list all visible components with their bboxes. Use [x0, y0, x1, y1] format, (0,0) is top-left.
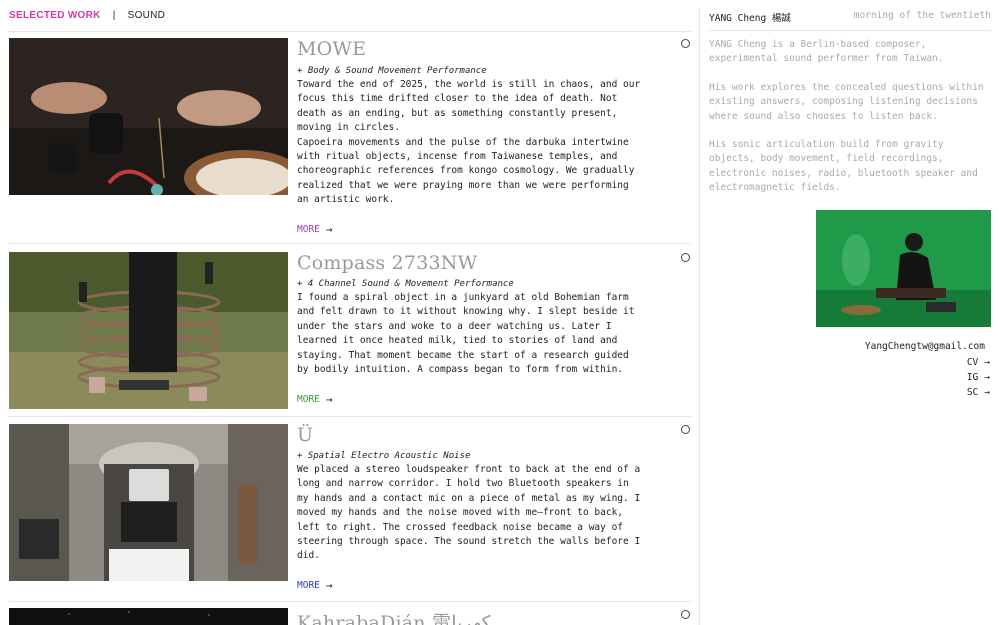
portrait-image	[816, 210, 991, 327]
nav-sound[interactable]: SOUND	[128, 10, 166, 21]
work-item-u: Ü + Spatial Electro Acoustic Noise We pl…	[9, 424, 691, 602]
arrow-right-icon: →	[325, 579, 333, 592]
nav-separator: |	[112, 10, 116, 21]
radio-circle-icon[interactable]	[681, 253, 690, 262]
column-divider	[699, 8, 700, 625]
radio-circle-icon[interactable]	[681, 39, 690, 48]
arrow-right-icon: →	[984, 387, 990, 398]
bio-paragraph: YANG Cheng is a Berlin-based composer, e…	[709, 39, 944, 65]
sc-link[interactable]: SC →	[967, 386, 990, 400]
more-link[interactable]: MORE →	[297, 223, 333, 236]
arrow-right-icon: →	[984, 372, 990, 383]
work-divider	[9, 243, 691, 244]
link-label: SC	[966, 387, 979, 398]
more-link[interactable]: MORE →	[297, 579, 333, 592]
kahrabadian-image	[9, 608, 288, 625]
arrow-right-icon: →	[984, 357, 990, 368]
work-item-compass: Compass 2733NW + 4 Channel Sound & Movem…	[9, 252, 691, 417]
work-thumbnail[interactable]	[9, 252, 288, 409]
artist-name[interactable]: YANG Cheng 楊誠	[709, 10, 791, 24]
ig-link[interactable]: IG →	[967, 371, 990, 385]
more-link[interactable]: MORE →	[297, 393, 333, 406]
work-title[interactable]: KahrabaDián 電كهربا	[297, 608, 491, 625]
more-label: MORE	[297, 394, 320, 405]
radio-circle-icon[interactable]	[681, 610, 690, 619]
work-subtitle: + Spatial Electro Acoustic Noise	[297, 451, 471, 461]
top-nav: SELECTED WORK | SOUND	[9, 10, 165, 21]
bio-paragraph: His sonic articulation build from gravit…	[709, 139, 978, 194]
radio-circle-icon[interactable]	[681, 425, 690, 434]
link-label: IG	[966, 372, 979, 383]
work-title[interactable]: MOWE	[297, 38, 366, 60]
work-item-mowe: MOWE + Body & Sound Movement Performance…	[9, 38, 691, 244]
work-item-kahrabadian: KahrabaDián 電كهربا	[9, 608, 691, 625]
work-divider	[9, 416, 691, 417]
bio-paragraph: His work explores the concealed question…	[709, 82, 984, 122]
arrow-right-icon: →	[325, 393, 333, 406]
work-thumbnail[interactable]	[9, 608, 288, 625]
nav-selected-work[interactable]: SELECTED WORK	[9, 10, 101, 21]
mowe-image	[9, 38, 288, 195]
sidebar-divider	[709, 30, 991, 31]
email-link[interactable]: YangChengtw@gmail.com	[865, 341, 985, 352]
work-description: We placed a stereo loudspeaker front to …	[297, 464, 641, 562]
u-image	[9, 424, 288, 581]
work-title[interactable]: Compass 2733NW	[297, 252, 477, 274]
cv-link[interactable]: CV →	[967, 356, 990, 370]
work-title[interactable]: Ü	[297, 424, 313, 446]
work-thumbnail[interactable]	[9, 424, 288, 581]
work-thumbnail[interactable]	[9, 38, 288, 195]
time-of-day: morning of the twentieth	[853, 10, 991, 21]
work-subtitle: + 4 Channel Sound & Movement Performance	[297, 279, 514, 289]
top-divider	[9, 31, 691, 32]
compass-image	[9, 252, 288, 409]
work-description: Toward the end of 2025, the world is sti…	[297, 79, 641, 206]
work-description: I found a spiral object in a junkyard at…	[297, 292, 635, 376]
social-links: CV → IG → SC →	[967, 356, 990, 400]
artist-portrait	[816, 210, 991, 327]
arrow-right-icon: →	[325, 223, 333, 236]
work-divider	[9, 601, 691, 602]
more-label: MORE	[297, 224, 320, 235]
link-label: CV	[966, 357, 979, 368]
more-label: MORE	[297, 580, 320, 591]
work-subtitle: + Body & Sound Movement Performance	[297, 66, 487, 76]
